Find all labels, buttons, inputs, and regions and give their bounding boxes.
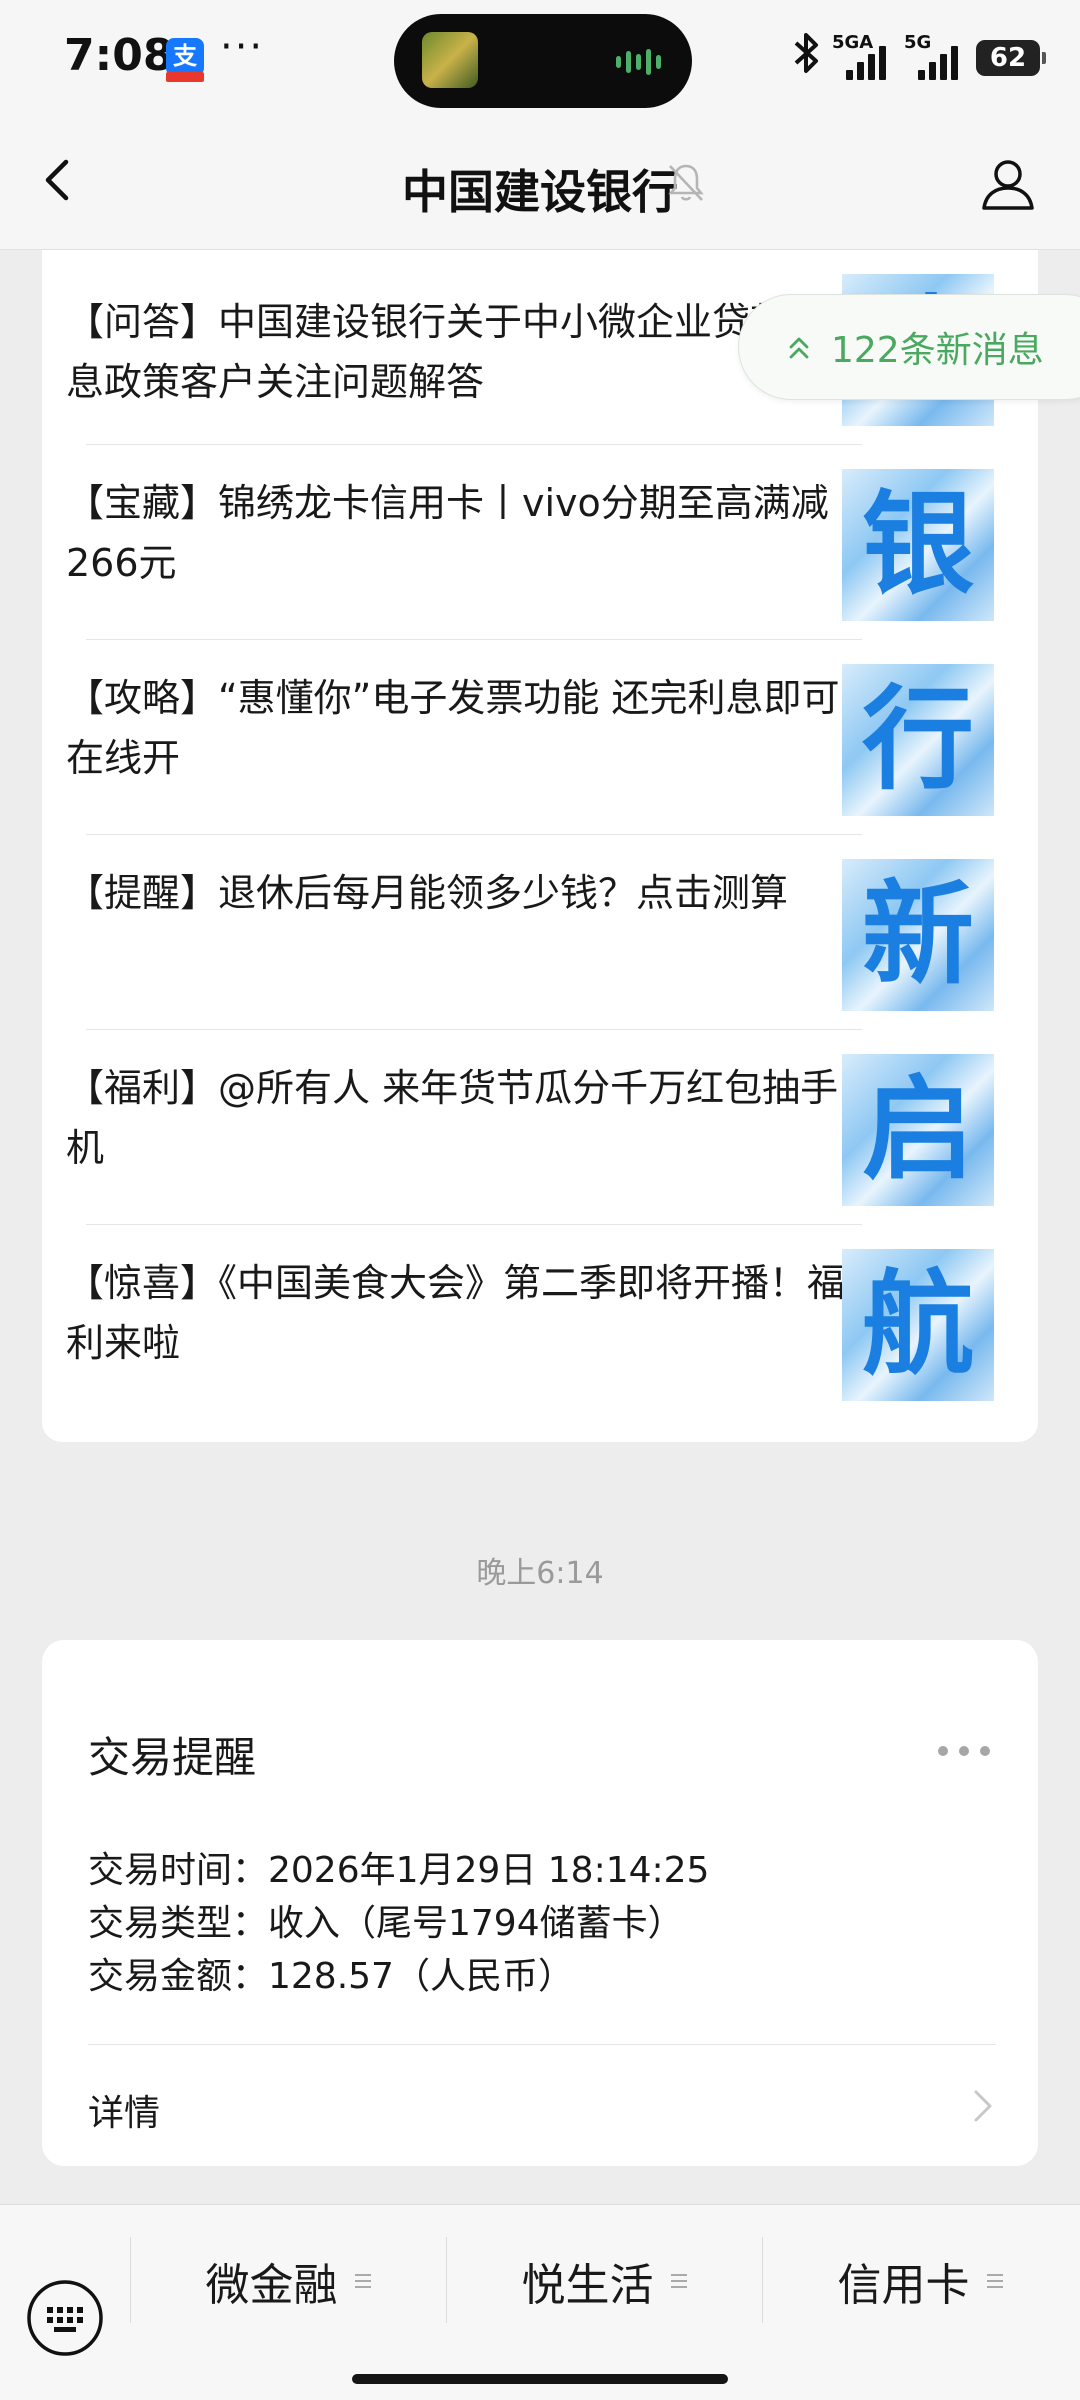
- article-item[interactable]: 【福利】@所有人 来年货节瓜分千万红包抽手机 启: [42, 1030, 1038, 1225]
- chat-screen: 7:08 支 ··· 5GA 5G 62 中国建设银行 【问答】中国建设银行关于…: [0, 0, 1080, 2400]
- page-title: 中国建设银行: [402, 165, 678, 219]
- details-link[interactable]: 详情: [42, 2046, 1038, 2166]
- transaction-time: 交易时间：2026年1月29日 18:14:25: [88, 1850, 710, 1891]
- profile-button[interactable]: [976, 152, 1040, 216]
- person-icon: [982, 160, 1034, 210]
- status-indicators: 5GA 5G 62: [792, 30, 1046, 86]
- transaction-details: 交易时间：2026年1月29日 18:14:25 交易类型：收入（尾号1794储…: [88, 1844, 709, 2003]
- menu-tab-label: 信用卡: [837, 2260, 970, 2311]
- articles-card: 【问答】中国建设银行关于中小微企业贷款贴息政策客户关注问题解答 建 【宝藏】锦绣…: [42, 250, 1038, 1442]
- submenu-icon: [354, 2274, 371, 2288]
- double-chevron-up-icon: [789, 337, 809, 359]
- thumbnail-text: 新: [862, 870, 974, 1000]
- nav-bar: 中国建设银行: [0, 118, 1080, 250]
- article-thumbnail: 启: [842, 1054, 994, 1206]
- battery-icon: 62: [976, 40, 1046, 76]
- home-indicator[interactable]: [352, 2374, 728, 2384]
- article-thumbnail: 新: [842, 859, 994, 1011]
- status-bar: 7:08 支 ··· 5GA 5G 62: [0, 0, 1080, 118]
- signal-5ga-icon: 5GA: [832, 32, 894, 80]
- article-title: 【攻略】“惠懂你”电子发票功能 还完利息即可在线开: [66, 676, 840, 780]
- thumbnail-text: 行: [862, 675, 974, 805]
- thumbnail-text: 启: [862, 1065, 974, 1195]
- alipay-badge-char: 支: [173, 42, 197, 70]
- more-notifications-indicator: ···: [220, 24, 265, 70]
- article-title: 【宝藏】锦绣龙卡信用卡丨vivo分期至高满减266元: [66, 481, 829, 585]
- media-artwork-icon: [422, 32, 478, 88]
- keyboard-icon: [27, 2280, 103, 2356]
- article-title: 【福利】@所有人 来年货节瓜分千万红包抽手机: [66, 1066, 839, 1170]
- divider: [88, 2044, 996, 2045]
- menu-tab-label: 悦生活: [521, 2260, 654, 2311]
- article-item[interactable]: 【提醒】退休后每月能领多少钱？点击测算 新: [42, 835, 1038, 1030]
- alipay-notification-icon: 支: [166, 38, 204, 82]
- chevron-right-icon: [974, 2090, 992, 2122]
- article-item[interactable]: 【攻略】“惠懂你”电子发票功能 还完利息即可在线开 行: [42, 640, 1038, 835]
- audio-wave-icon: [616, 48, 666, 76]
- more-options-icon[interactable]: [938, 1746, 990, 1758]
- article-thumbnail: 行: [842, 664, 994, 816]
- new-messages-button[interactable]: 122条新消息: [738, 294, 1080, 400]
- signal-5g-icon: 5G: [904, 32, 966, 80]
- bottom-menu-bar: 微金融 悦生活 信用卡: [0, 2204, 1080, 2400]
- dynamic-island[interactable]: [394, 14, 692, 108]
- article-item[interactable]: 【惊喜】《中国美食大会》第二季即将开播！福利来啦 航: [42, 1225, 1038, 1420]
- article-title: 【问答】中国建设银行关于中小微企业贷款贴息政策客户关注问题解答: [66, 300, 827, 404]
- article-thumbnail: 银: [842, 469, 994, 621]
- menu-tab-micro-finance[interactable]: 微金融: [130, 2249, 446, 2319]
- submenu-icon: [986, 2274, 1003, 2288]
- thumbnail-text: 银: [862, 480, 974, 610]
- article-title: 【提醒】退休后每月能领多少钱？点击测算: [66, 871, 789, 915]
- transaction-card[interactable]: 交易提醒 交易时间：2026年1月29日 18:14:25 交易类型：收入（尾号…: [42, 1640, 1038, 2166]
- menu-tab-life[interactable]: 悦生活: [446, 2249, 762, 2319]
- bell-muted-icon: [664, 160, 708, 204]
- bluetooth-icon: [792, 31, 822, 85]
- thumbnail-text: 航: [862, 1260, 974, 1390]
- article-title: 【惊喜】《中国美食大会》第二季即将开播！福利来啦: [66, 1261, 846, 1365]
- transaction-type: 交易类型：收入（尾号1794储蓄卡）: [88, 1903, 684, 1944]
- status-time: 7:08: [64, 30, 174, 81]
- message-timestamp: 晚上6:14: [476, 1556, 604, 1591]
- article-item[interactable]: 【宝藏】锦绣龙卡信用卡丨vivo分期至高满减266元 银: [42, 445, 1038, 640]
- menu-tab-credit-card[interactable]: 信用卡: [762, 2249, 1078, 2319]
- transaction-title: 交易提醒: [88, 1733, 257, 1782]
- article-thumbnail: 航: [842, 1249, 994, 1401]
- nav-title-container: 中国建设银行: [0, 156, 1080, 222]
- new-messages-label: 122条新消息: [831, 330, 1044, 371]
- menu-tab-label: 微金融: [205, 2260, 338, 2311]
- details-label: 详情: [88, 2093, 161, 2134]
- transaction-amount: 交易金额：128.57（人民币）: [88, 1956, 574, 1997]
- keyboard-toggle-button[interactable]: [24, 2277, 106, 2359]
- submenu-icon: [670, 2274, 687, 2288]
